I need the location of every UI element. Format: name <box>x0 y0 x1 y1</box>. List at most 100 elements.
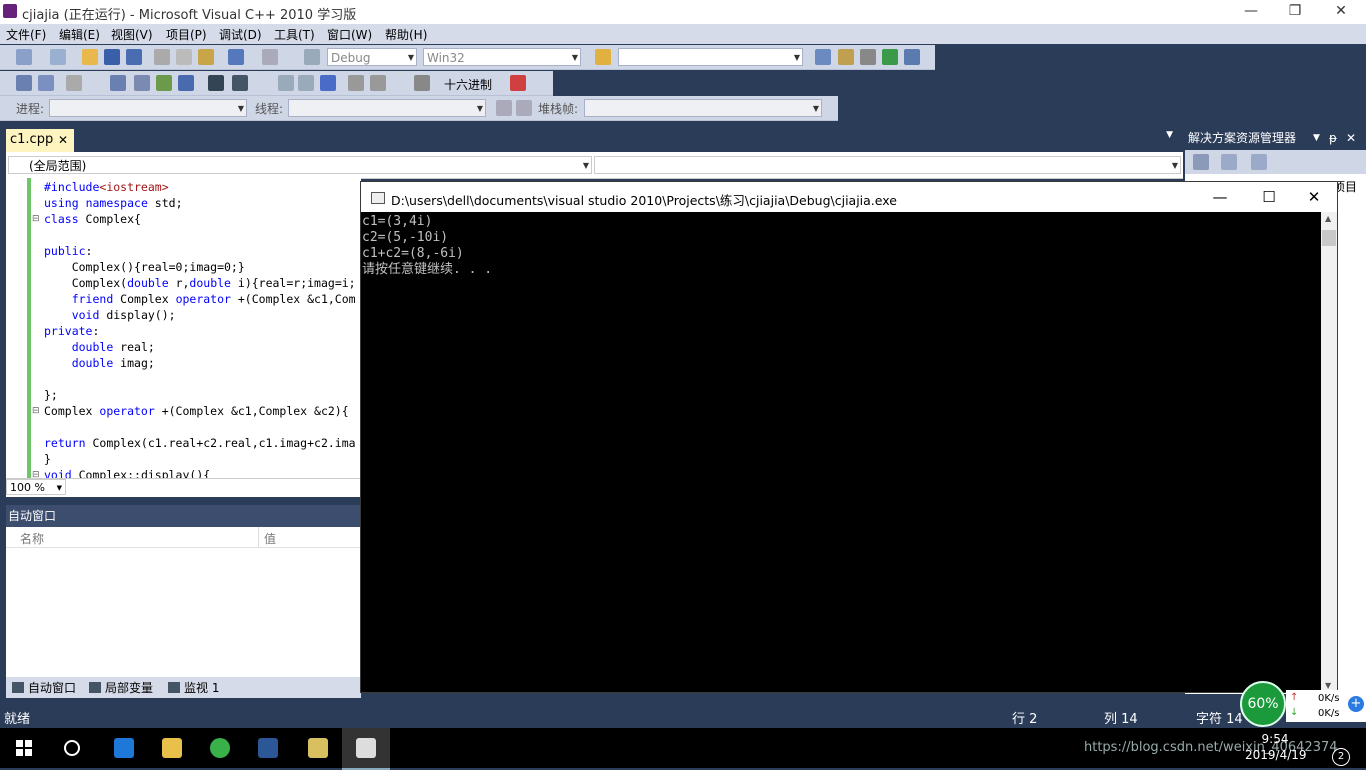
platform-select[interactable]: Win32 ▼ <box>423 48 581 66</box>
taskbar-app[interactable] <box>294 728 342 768</box>
thread-select[interactable]: ▼ <box>288 99 486 117</box>
step-into-icon[interactable] <box>110 75 126 91</box>
collapse-icon[interactable]: ⊟ <box>32 470 40 478</box>
add-item-icon[interactable] <box>50 49 66 65</box>
view-class-diagram-icon[interactable] <box>1251 154 1267 170</box>
code-line[interactable]: double real; <box>44 339 155 355</box>
menu-edit[interactable]: 编辑(E) <box>59 26 100 43</box>
collapse-icon[interactable]: ⊟ <box>32 406 40 416</box>
step-over-icon[interactable] <box>134 75 150 91</box>
code-line[interactable]: private: <box>44 323 99 339</box>
scope-select[interactable]: (全局范围) ▼ <box>8 156 592 174</box>
tab-autos[interactable]: 自动窗口 <box>12 679 76 696</box>
find-in-files-icon[interactable] <box>595 49 611 65</box>
cut-icon[interactable] <box>154 49 170 65</box>
save-icon[interactable] <box>104 49 120 65</box>
code-line[interactable]: Complex(){real=0;imag=0;} <box>44 259 245 275</box>
notification-badge[interactable]: 2 <box>1332 748 1350 766</box>
menu-debug[interactable]: 调试(D) <box>219 26 262 43</box>
console-minimize-button[interactable]: — <box>1197 184 1243 210</box>
menu-window[interactable]: 窗口(W) <box>327 26 372 43</box>
threads-icon[interactable] <box>414 75 430 91</box>
code-line[interactable]: Complex(double r,double i){real=r;imag=i… <box>44 275 356 291</box>
play-icon[interactable] <box>278 75 294 91</box>
indent-icon[interactable] <box>208 75 224 91</box>
process-select[interactable]: ▼ <box>49 99 247 117</box>
config-select[interactable]: Debug ▼ <box>327 48 417 66</box>
code-line[interactable]: friend Complex operator +(Complex &c1,Co… <box>44 291 356 307</box>
console-scrollbar[interactable]: ▲ ▼ <box>1321 212 1337 692</box>
scroll-down-icon[interactable]: ▼ <box>1325 681 1331 690</box>
hex-button[interactable]: 十六进制 <box>444 76 492 93</box>
solution-explorer-icon[interactable] <box>815 49 831 65</box>
member-select[interactable]: ▼ <box>594 156 1181 174</box>
close-button[interactable]: ✕ <box>1318 0 1364 24</box>
menu-project[interactable]: 项目(P) <box>166 26 207 43</box>
code-line[interactable]: void display(); <box>44 307 176 323</box>
collapse-icon[interactable]: ⊟ <box>32 214 40 224</box>
zoom-select[interactable]: 100 % ▼ <box>6 479 66 495</box>
menu-view[interactable]: 视图(V) <box>111 26 153 43</box>
minimize-button[interactable]: — <box>1228 0 1274 24</box>
system-clock[interactable]: 9:54 2019/4/19 <box>1245 731 1307 763</box>
close-icon[interactable]: ✕ <box>58 129 68 151</box>
search-button[interactable] <box>48 728 96 768</box>
scroll-up-icon[interactable]: ▲ <box>1325 214 1331 223</box>
tab-dropdown-icon[interactable]: ▼ <box>1166 130 1173 140</box>
show-next-icon[interactable] <box>348 75 364 91</box>
new-project-icon[interactable] <box>16 49 32 65</box>
maximize-button[interactable]: ❐ <box>1272 0 1318 24</box>
find-combo[interactable]: ▼ <box>618 48 803 66</box>
flag-all-icon[interactable] <box>516 100 532 116</box>
show-all-files-icon[interactable] <box>1221 154 1237 170</box>
menu-help[interactable]: 帮助(H) <box>385 26 427 43</box>
code-line[interactable]: #include<iostream> <box>44 179 169 195</box>
code-line[interactable]: return Complex(c1.real+c2.real,c1.imag+c… <box>44 435 356 451</box>
properties-icon[interactable] <box>838 49 854 65</box>
add-icon[interactable]: + <box>1348 696 1364 712</box>
step-icon[interactable] <box>370 75 386 91</box>
taskbar-edge[interactable] <box>100 728 148 768</box>
console-close-button[interactable]: ✕ <box>1291 184 1337 210</box>
console-maximize-button[interactable]: ☐ <box>1246 184 1292 210</box>
code-line[interactable]: using namespace std; <box>44 195 183 211</box>
taskbar-word[interactable] <box>244 728 292 768</box>
start-button[interactable] <box>0 728 48 768</box>
cpu-usage-badge[interactable]: 60% <box>1240 681 1286 727</box>
tab-c1-cpp[interactable]: c1.cpp ✕ <box>6 129 74 152</box>
breakpoints-icon[interactable] <box>16 75 32 91</box>
pause-icon[interactable] <box>298 75 314 91</box>
menu-file[interactable]: 文件(F) <box>6 26 46 43</box>
code-line[interactable]: class Complex{ <box>44 211 141 227</box>
font-icon[interactable] <box>178 75 194 91</box>
redo-icon[interactable] <box>262 49 278 65</box>
save-all-icon[interactable] <box>126 49 142 65</box>
breakpoint-icon[interactable] <box>510 75 526 91</box>
stack-frame-select[interactable]: ▼ <box>584 99 822 117</box>
chevron-down-icon[interactable]: ▼ <box>1313 127 1320 149</box>
column-name[interactable]: 名称 <box>20 530 44 547</box>
open-file-icon[interactable] <box>82 49 98 65</box>
close-icon[interactable]: ✕ <box>1346 127 1356 149</box>
column-value[interactable]: 值 <box>264 530 276 547</box>
extension-icon[interactable] <box>904 49 920 65</box>
code-line[interactable]: void Complex::display(){ <box>44 467 210 478</box>
step-out-icon[interactable] <box>156 75 172 91</box>
copy-icon[interactable] <box>176 49 192 65</box>
code-line[interactable]: } <box>44 451 51 467</box>
stop-icon[interactable] <box>320 75 336 91</box>
menu-tools[interactable]: 工具(T) <box>274 26 315 43</box>
paste-icon[interactable] <box>198 49 214 65</box>
start-debug-icon[interactable] <box>304 49 320 65</box>
tab-watch1[interactable]: 监视 1 <box>168 679 219 696</box>
code-line[interactable]: public: <box>44 243 92 259</box>
code-editor[interactable]: ⊟ ⊟ ⊟ #include<iostream> using namespace … <box>6 178 361 478</box>
taskbar-explorer[interactable] <box>148 728 196 768</box>
taskbar-console[interactable] <box>342 728 390 770</box>
code-line[interactable]: }; <box>44 387 58 403</box>
start-page-icon[interactable] <box>882 49 898 65</box>
comment-icon[interactable] <box>232 75 248 91</box>
scroll-thumb[interactable] <box>1322 230 1336 246</box>
console-window[interactable]: D:\users\dell\documents\visual studio 20… <box>360 181 1338 693</box>
watch-icon[interactable] <box>38 75 54 91</box>
